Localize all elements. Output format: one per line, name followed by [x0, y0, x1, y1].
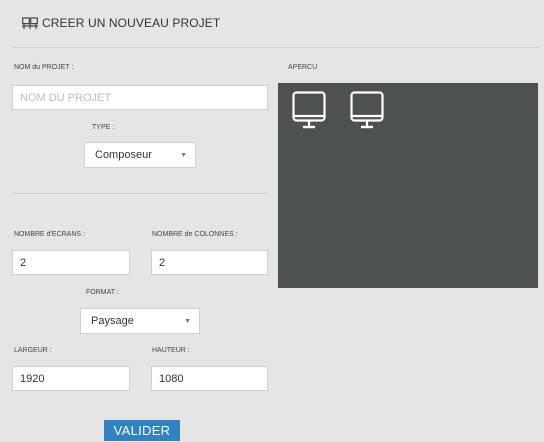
format-label: FORMAT : [86, 289, 119, 296]
monitor-icon [350, 91, 384, 135]
header-divider [12, 47, 540, 48]
project-name-input[interactable] [12, 85, 268, 110]
screens-icon [22, 16, 38, 30]
monitor-icon [292, 91, 326, 135]
columns-input[interactable] [151, 250, 268, 275]
page-header: CREER UN NOUVEAU PROJET [22, 16, 220, 30]
chevron-down-icon: ▼ [180, 151, 187, 159]
height-label: HAUTEUR : [152, 347, 190, 354]
preview-label: APERCU [288, 64, 318, 71]
height-input[interactable] [151, 366, 268, 391]
type-select[interactable]: Composeur ▼ [84, 142, 196, 168]
chevron-down-icon: ▼ [184, 317, 191, 325]
width-label: LARGEUR : [14, 347, 52, 354]
form-divider [12, 193, 268, 194]
preview-panel [278, 83, 538, 288]
format-select[interactable]: Paysage ▼ [80, 308, 200, 334]
screens-input[interactable] [12, 250, 130, 275]
width-input[interactable] [12, 366, 130, 391]
type-select-value: Composeur [95, 149, 152, 161]
columns-label: NOMBRE de COLONNES : [152, 231, 238, 238]
project-name-label: NOM du PROJET : [14, 64, 74, 71]
validate-button[interactable]: VALIDER [104, 420, 180, 441]
screens-label: NOMBRE d'ECRANS : [14, 231, 85, 238]
page-title: CREER UN NOUVEAU PROJET [42, 16, 221, 30]
format-select-value: Paysage [91, 315, 134, 327]
type-label: TYPE : [92, 124, 115, 131]
